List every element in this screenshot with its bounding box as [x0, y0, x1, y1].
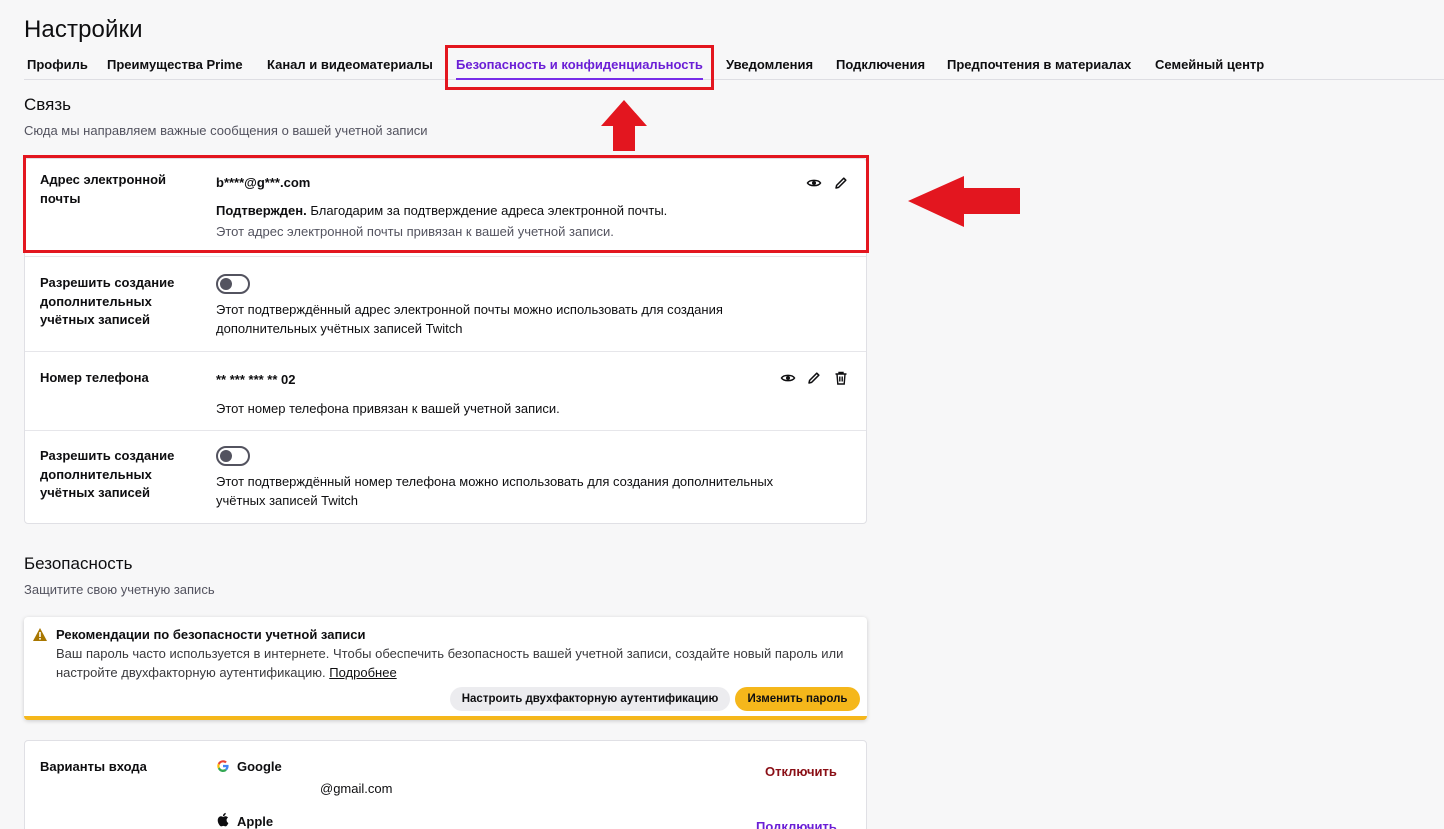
settings-tabs: Профиль Преимущества Prime Канал и видео…: [24, 52, 1444, 80]
email-accounts-row: Разрешить создание дополнительных учётны…: [25, 256, 866, 351]
phone-accounts-label: Разрешить создание дополнительных учётны…: [40, 448, 175, 500]
phone-accounts-toggle[interactable]: [216, 446, 250, 466]
change-password-button[interactable]: Изменить пароль: [735, 687, 860, 711]
tab-prime[interactable]: Преимущества Prime: [107, 57, 243, 72]
email-label: Адрес электронной почты: [40, 172, 167, 206]
phone-accounts-text: Этот подтверждённый номер телефона можно…: [216, 474, 774, 508]
contact-section-title: Связь: [24, 95, 71, 114]
email-verified: Подтвержден. Благодарим за подтверждение…: [216, 202, 667, 220]
warning-icon: [33, 628, 47, 641]
security-alert: Рекомендации по безопасности учетной зап…: [24, 617, 867, 720]
security-section-title: Безопасность: [24, 554, 133, 573]
toggle-knob: [220, 450, 232, 462]
email-row: Адрес электронной почты b****@g***.com П…: [25, 159, 866, 255]
tab-connections[interactable]: Подключения: [836, 57, 925, 72]
email-linked-text: Этот адрес электронной почты привязан к …: [216, 224, 614, 239]
phone-value: ** *** *** ** 02: [216, 372, 296, 387]
red-arrow-left: [908, 176, 1020, 227]
email-verified-bold: Подтвержден.: [216, 203, 307, 218]
page-title: Настройки: [24, 16, 143, 43]
eye-icon[interactable]: [780, 370, 796, 386]
tab-security-privacy[interactable]: Безопасность и конфиденциальность: [456, 57, 703, 80]
alert-text: Ваш пароль часто используется в интернет…: [56, 646, 844, 680]
tab-family-center[interactable]: Семейный центр: [1155, 57, 1264, 72]
email-accounts-text: Этот подтверждённый адрес электронной по…: [216, 302, 723, 336]
phone-row: Номер телефона ** *** *** ** 02 Этот ном…: [25, 351, 866, 430]
google-label: Google: [237, 759, 282, 774]
contact-card: Адрес электронной почты b****@g***.com П…: [24, 158, 867, 524]
google-disconnect-link[interactable]: Отключить: [765, 764, 837, 779]
trash-icon[interactable]: [833, 370, 849, 386]
security-section-subtitle: Защитите свою учетную запись: [24, 582, 215, 597]
google-icon: [217, 760, 229, 772]
apple-label: Apple: [237, 814, 274, 829]
email-value: b****@g***.com: [216, 175, 311, 190]
pencil-icon[interactable]: [833, 175, 849, 191]
tab-notifications[interactable]: Уведомления: [726, 57, 813, 72]
tab-profile[interactable]: Профиль: [27, 57, 88, 72]
tab-content-preferences[interactable]: Предпочтения в материалах: [947, 57, 1131, 72]
login-options-card: Варианты входа Google @gmail.com Отключи…: [24, 740, 867, 829]
phone-label: Номер телефона: [40, 370, 149, 385]
red-arrow-up: [601, 100, 647, 151]
pencil-icon[interactable]: [806, 370, 822, 386]
google-email: @gmail.com: [320, 781, 393, 796]
apple-connect-link[interactable]: Подключить: [756, 819, 837, 829]
email-accounts-label: Разрешить создание дополнительных учётны…: [40, 275, 175, 327]
login-options-label: Варианты входа: [40, 759, 147, 774]
tab-channel[interactable]: Канал и видеоматериалы: [267, 57, 433, 72]
apple-icon: [217, 812, 229, 827]
alert-learn-more-link[interactable]: Подробнее: [329, 665, 396, 680]
phone-linked-text: Этот номер телефона привязан к вашей уче…: [216, 401, 560, 416]
eye-icon[interactable]: [806, 175, 822, 191]
contact-section-subtitle: Сюда мы направляем важные сообщения о ва…: [24, 123, 428, 138]
phone-accounts-row: Разрешить создание дополнительных учётны…: [25, 430, 866, 524]
email-accounts-toggle[interactable]: [216, 274, 250, 294]
alert-title: Рекомендации по безопасности учетной зап…: [56, 627, 366, 642]
toggle-knob: [220, 278, 232, 290]
setup-2fa-button[interactable]: Настроить двухфакторную аутентификацию: [450, 687, 730, 711]
alert-body: Ваш пароль часто используется в интернет…: [56, 644, 846, 682]
email-verified-text: Благодарим за подтверждение адреса элект…: [310, 203, 668, 218]
